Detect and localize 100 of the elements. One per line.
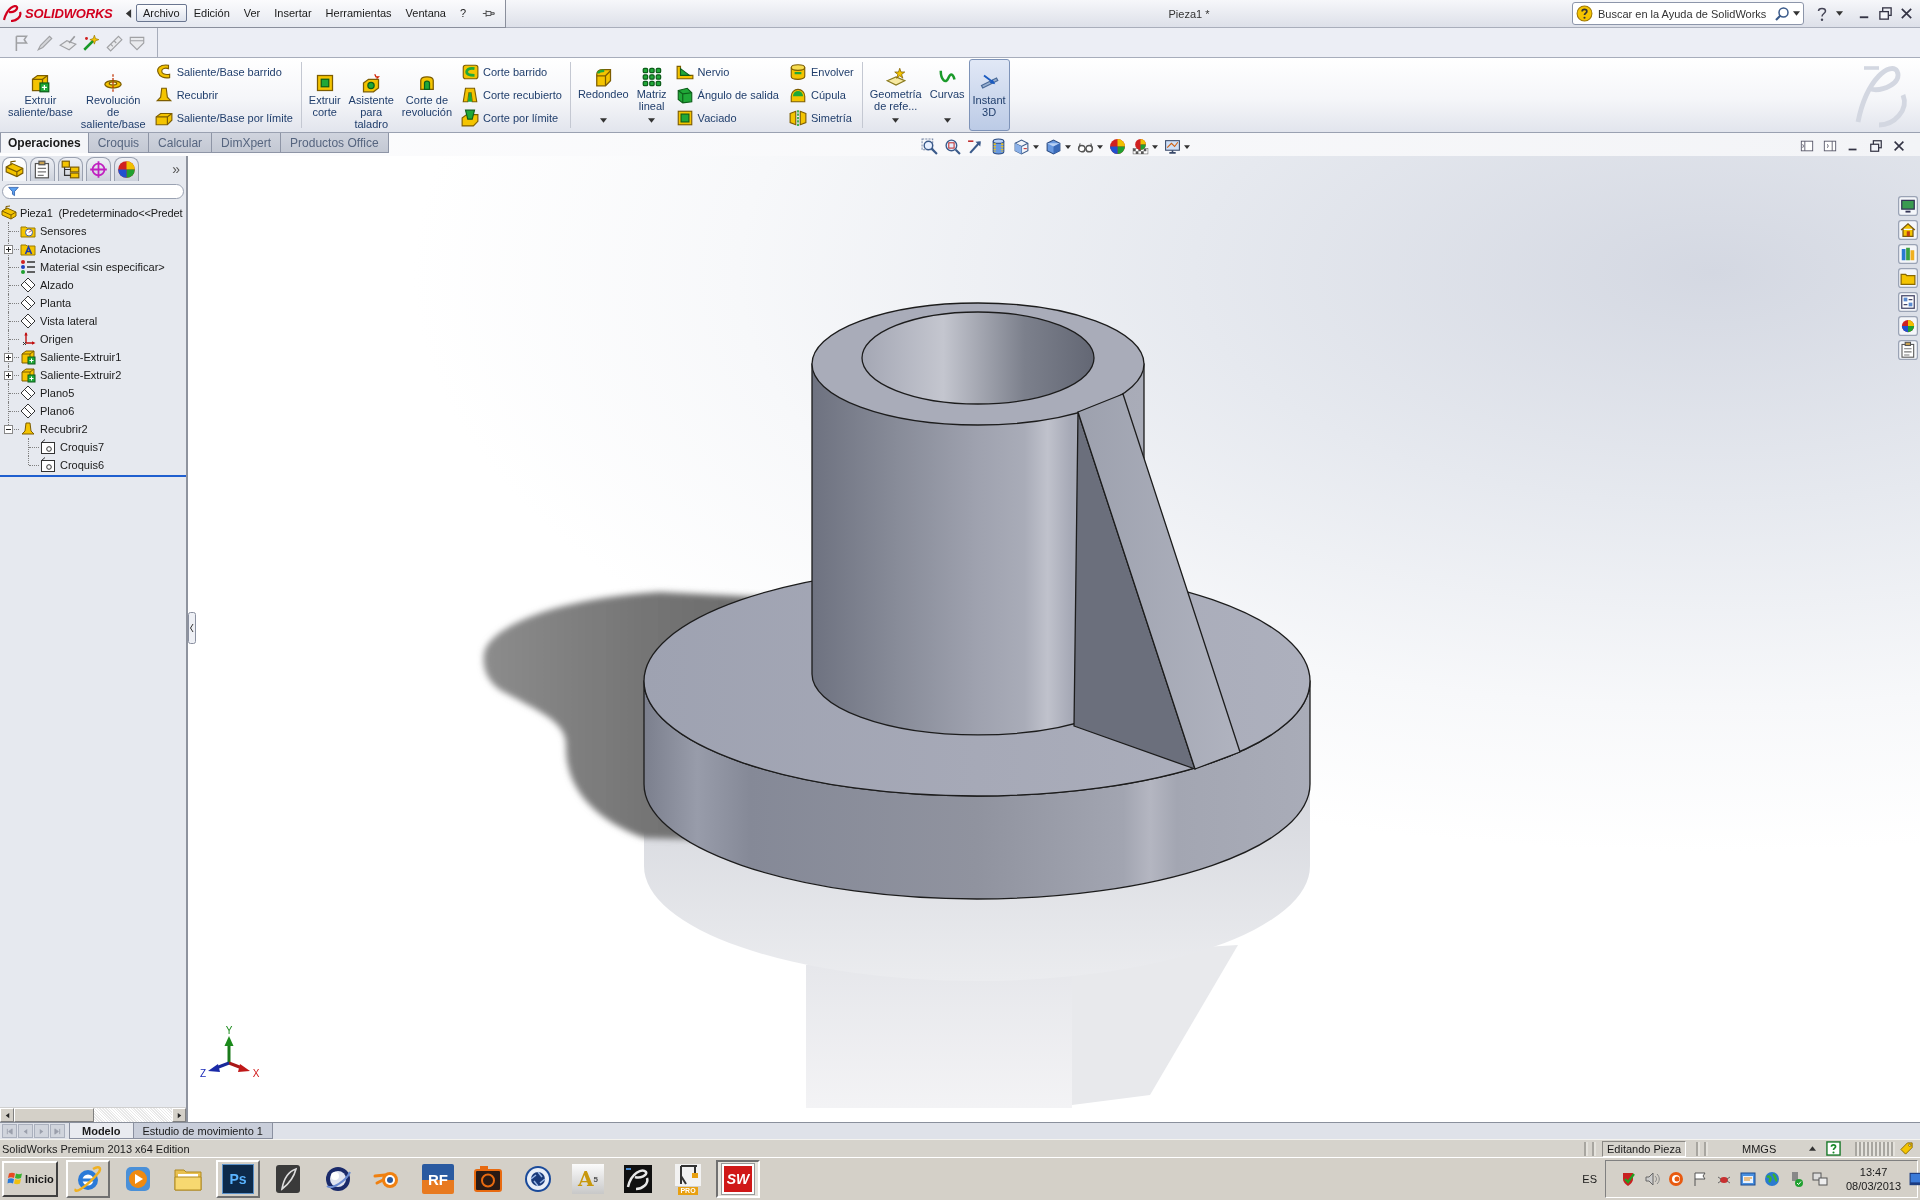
caret-down-icon[interactable]: [1183, 144, 1190, 149]
tree-item[interactable]: Origen: [20, 330, 75, 348]
tree-item[interactable]: Alzado: [20, 276, 75, 294]
flag-icon[interactable]: [1692, 1171, 1708, 1187]
ribbon-button[interactable]: Asistente para taladro: [344, 59, 398, 131]
ribbon-button[interactable]: Simetría: [786, 106, 856, 129]
ribbon-button[interactable]: Recubrir: [152, 83, 295, 106]
tab[interactable]: Croquis: [87, 133, 150, 153]
ribbon-button[interactable]: Corte por límite: [459, 106, 564, 129]
globe-icon[interactable]: [1764, 1171, 1780, 1187]
caret-down-icon[interactable]: [1032, 144, 1039, 149]
panel-collapse-handle[interactable]: [188, 612, 196, 644]
filter-field[interactable]: [2, 184, 184, 199]
shield-check-icon[interactable]: [1620, 1171, 1636, 1187]
bar-chart-icon[interactable]: [1898, 244, 1918, 264]
sparkle-wand-icon[interactable]: [82, 33, 100, 52]
expand-toggle[interactable]: [4, 353, 13, 362]
menu-item[interactable]: Ventana: [398, 4, 453, 22]
tree-item[interactable]: Anotaciones: [20, 240, 102, 258]
shaded-cube-icon[interactable]: [1044, 138, 1062, 155]
scroll-right-button[interactable]: [172, 1108, 186, 1122]
ribbon-button[interactable]: Corte de revolución: [397, 59, 456, 131]
menu-item[interactable]: Edición: [186, 4, 237, 22]
tree-item[interactable]: Plano6: [20, 402, 76, 420]
tab[interactable]: Modelo: [69, 1123, 134, 1139]
ribbon-button[interactable]: Matriz lineal: [632, 59, 671, 131]
ribbon-button[interactable]: Extruir corte: [304, 59, 345, 131]
start-button[interactable]: Inicio: [2, 1161, 58, 1197]
tree-item[interactable]: Material <sin especificar>: [20, 258, 166, 276]
scroll-left-button[interactable]: [0, 1108, 14, 1122]
help-icon[interactable]: [1826, 1141, 1841, 1156]
caret-down-icon[interactable]: [1836, 11, 1843, 16]
panel-tab[interactable]: [114, 157, 139, 181]
ribbon-button[interactable]: Vaciado: [673, 106, 781, 129]
tree-item[interactable]: Saliente-Extruir1: [20, 348, 123, 366]
diagonal-arrow-icon[interactable]: [966, 138, 984, 155]
window-icon[interactable]: [1740, 1171, 1756, 1187]
tree-item[interactable]: Croquis7: [40, 438, 106, 456]
menu-item[interactable]: Ver: [236, 4, 268, 22]
tab[interactable]: Estudio de movimiento 1: [132, 1123, 273, 1139]
tree-item[interactable]: Recubrir2: [20, 420, 89, 438]
caret-down-icon[interactable]: [1064, 144, 1071, 149]
ribbon-button[interactable]: Revolución de saliente/base: [76, 59, 150, 131]
caret-down-icon[interactable]: [1096, 144, 1103, 149]
language-indicator[interactable]: ES: [1582, 1173, 1597, 1185]
caret-down-icon[interactable]: [1151, 144, 1158, 149]
more-tabs-button[interactable]: »: [172, 161, 184, 176]
panel-tab[interactable]: [58, 157, 83, 181]
taskbar-button[interactable]: Ps: [216, 1160, 260, 1198]
ribbon-button[interactable]: Extruir saliente/base: [4, 59, 77, 131]
resize-grip[interactable]: [1855, 1141, 1895, 1156]
grid-icon[interactable]: [1898, 292, 1918, 312]
menu-item[interactable]: ?: [453, 4, 474, 22]
tab[interactable]: Productos Office: [280, 133, 389, 153]
monitor-icon[interactable]: [1163, 138, 1181, 155]
tree-item[interactable]: Planta: [20, 294, 73, 312]
speaker-icon[interactable]: [1644, 1171, 1660, 1187]
ribbon-button[interactable]: Curvas: [925, 59, 969, 131]
scrollbar-thumb[interactable]: [14, 1108, 94, 1122]
folder-icon[interactable]: [1898, 268, 1918, 288]
close-icon[interactable]: [1892, 139, 1906, 153]
search-input[interactable]: Buscar en la Ayuda de SolidWorks: [1596, 7, 1771, 20]
tree-item[interactable]: Vista lateral: [20, 312, 99, 330]
tree-item[interactable]: Saliente-Extruir2: [20, 366, 123, 384]
tab[interactable]: DimXpert: [211, 133, 282, 153]
ribbon-button[interactable]: Redondeo: [573, 59, 633, 131]
ribbon-button[interactable]: Geometría de refe...: [865, 59, 926, 131]
ribbon-button[interactable]: Nervio: [673, 60, 781, 83]
ribbon-button[interactable]: Instant 3D: [968, 59, 1010, 131]
menu-item[interactable]: Archivo: [136, 4, 187, 22]
color-ball-icon[interactable]: [1898, 316, 1918, 336]
panel-tab[interactable]: [2, 157, 27, 181]
restore-icon[interactable]: [1878, 6, 1893, 21]
ring-icon[interactable]: [1668, 1171, 1684, 1187]
close-icon[interactable]: [1899, 6, 1914, 21]
magnifier-frame-icon[interactable]: [920, 138, 938, 155]
tree-item[interactable]: Plano5: [20, 384, 76, 402]
house-icon[interactable]: [1898, 220, 1918, 240]
caret-down-icon[interactable]: [1793, 11, 1800, 16]
split-window-icon[interactable]: [1800, 139, 1814, 153]
overlapping-squares-icon[interactable]: [1812, 1171, 1828, 1187]
monitor-icon[interactable]: [1898, 196, 1918, 216]
ribbon-button[interactable]: Cúpula: [786, 83, 856, 106]
clipboard-icon[interactable]: [1898, 340, 1918, 360]
taskbar-button[interactable]: SW: [716, 1160, 760, 1198]
ribbon-button[interactable]: Envolver: [786, 60, 856, 83]
tab[interactable]: Operaciones: [0, 133, 89, 153]
search-icon[interactable]: [1774, 5, 1790, 22]
ribbon-button[interactable]: Ángulo de salida: [673, 83, 781, 106]
ribbon-button[interactable]: Saliente/Base por límite: [152, 106, 295, 129]
tree-item[interactable]: Croquis6: [40, 456, 106, 474]
tab[interactable]: Calcular: [148, 133, 213, 153]
expand-toggle[interactable]: [4, 425, 13, 434]
expand-toggle[interactable]: [4, 371, 13, 380]
color-ball-icon[interactable]: [1108, 138, 1126, 155]
split-window-icon[interactable]: [1823, 139, 1837, 153]
restore-icon[interactable]: [1869, 139, 1883, 153]
units-button[interactable]: MMGS: [1710, 1141, 1826, 1156]
menu-item[interactable]: Herramientas: [318, 4, 399, 22]
caret-left-icon[interactable]: [125, 7, 132, 19]
